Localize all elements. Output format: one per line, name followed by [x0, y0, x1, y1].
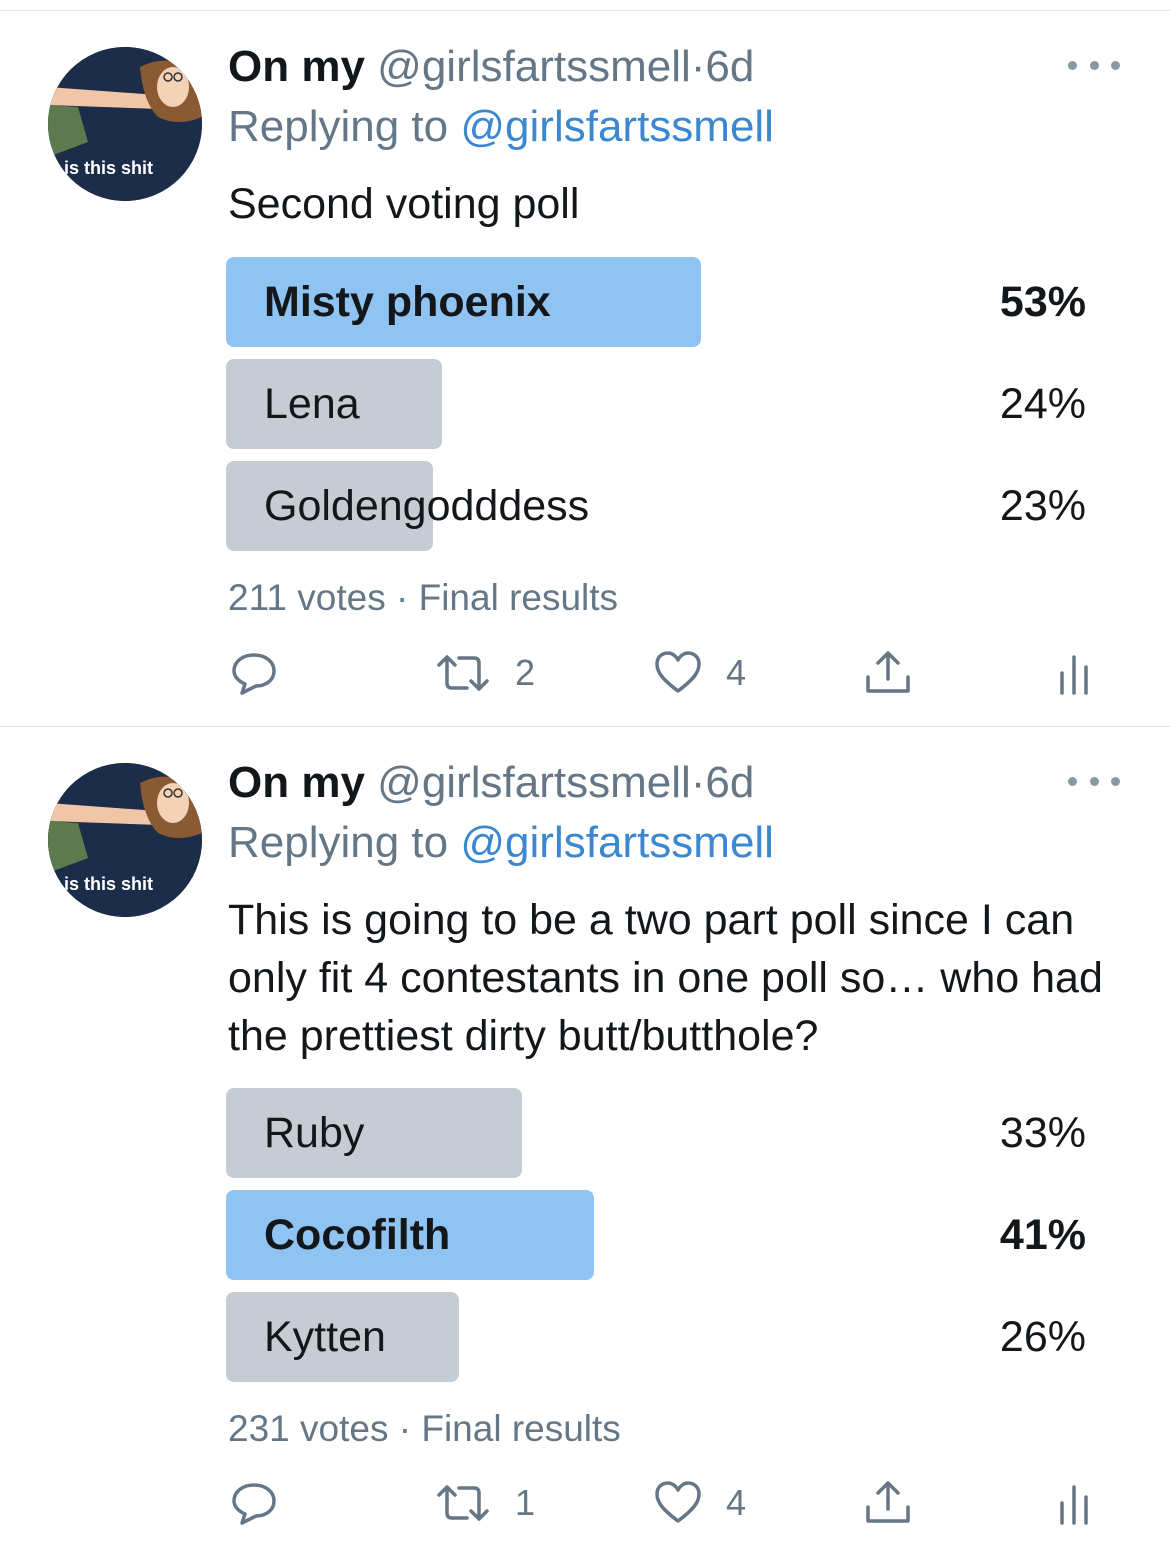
poll-option: Kytten 26%	[226, 1292, 1086, 1382]
handle[interactable]: @girlsfartssmell	[377, 42, 691, 91]
poll-status: Final results	[418, 577, 619, 618]
timestamp[interactable]: 6d	[705, 758, 754, 807]
reply-button[interactable]	[228, 1473, 280, 1533]
tweet-header: On my @girlsfartssmell·6d	[228, 755, 754, 811]
avatar-caption: is this shit	[64, 158, 154, 178]
poll-option-label: Lena	[264, 380, 360, 428]
poll-option-percent: 24%	[999, 380, 1086, 428]
poll-option: Lena 24%	[226, 359, 1086, 449]
poll-option-percent: 26%	[999, 1313, 1086, 1361]
analytics-button[interactable]	[1054, 643, 1094, 703]
poll-option-percent: 23%	[999, 482, 1086, 530]
display-name[interactable]: On my	[228, 758, 365, 807]
replying-handle-link[interactable]: @girlsfartssmell	[460, 102, 774, 151]
like-icon	[655, 651, 701, 693]
poll-option-label: Kytten	[264, 1313, 386, 1361]
like-count: 4	[726, 652, 747, 693]
reply-icon	[232, 653, 276, 695]
tweet-1[interactable]: is this shit On my @girlsfartssmell·6d R…	[0, 11, 1170, 727]
analytics-icon	[1060, 1485, 1088, 1525]
tweet-text: This is going to be a two part poll sinc…	[228, 896, 1103, 1060]
handle[interactable]: @girlsfartssmell	[377, 758, 691, 807]
avatar[interactable]: is this shit	[48, 47, 202, 201]
separator-dot: ·	[690, 42, 706, 91]
replying-handle-link[interactable]: @girlsfartssmell	[460, 818, 774, 867]
action-bar: 1 4	[228, 1473, 1108, 1533]
poll-meta: 231 votes · Final results	[228, 1408, 621, 1450]
avatar[interactable]: is this shit	[48, 763, 202, 917]
share-icon	[866, 1481, 910, 1523]
replying-to: Replying to @girlsfartssmell	[228, 99, 774, 155]
share-button[interactable]	[862, 643, 914, 703]
replying-label: Replying to	[228, 818, 449, 867]
timestamp[interactable]: 6d	[705, 42, 754, 91]
poll-option-label: Ruby	[264, 1109, 365, 1157]
display-name[interactable]: On my	[228, 42, 365, 91]
retweet-count: 1	[515, 1482, 536, 1523]
poll-option: Ruby 33%	[226, 1088, 1086, 1178]
poll-option-label: Cocofilth	[264, 1211, 451, 1259]
separator-dot: ·	[690, 758, 706, 807]
poll-option-percent: 53%	[999, 278, 1086, 326]
tweet-text: Second voting poll	[228, 180, 580, 228]
separator-dot: ·	[398, 1408, 412, 1449]
poll-option-percent: 33%	[999, 1109, 1086, 1157]
retweet-button[interactable]: 1	[433, 1473, 535, 1533]
poll-option-label: Goldengodddess	[264, 482, 590, 530]
share-button[interactable]	[862, 1473, 914, 1533]
like-button[interactable]: 4	[652, 643, 746, 703]
replying-label: Replying to	[228, 102, 449, 151]
analytics-button[interactable]	[1054, 1473, 1094, 1533]
poll-option: Goldengodddess 23%	[226, 461, 1086, 551]
tweet-2[interactable]: is this shit On my @girlsfartssmell·6d R…	[0, 727, 1170, 1550]
replying-to: Replying to @girlsfartssmell	[228, 815, 774, 871]
poll: Ruby 33% Cocofilth 41% Kytten 26%	[226, 1088, 1086, 1394]
poll-votes: 231 votes	[228, 1408, 389, 1449]
poll-status: Final results	[421, 1408, 621, 1449]
more-icon[interactable]	[1068, 55, 1120, 75]
poll: Misty phoenix 53% Lena 24% Goldengodddes…	[226, 257, 1086, 563]
like-icon	[655, 1481, 701, 1523]
share-icon	[866, 651, 910, 693]
retweet-icon	[437, 1485, 489, 1521]
poll-option-percent: 41%	[999, 1211, 1086, 1259]
tweet-header: On my @girlsfartssmell·6d	[228, 39, 754, 95]
retweet-button[interactable]: 2	[433, 643, 535, 703]
retweet-icon	[437, 655, 489, 691]
poll-option: Cocofilth 41%	[226, 1190, 1086, 1280]
analytics-icon	[1060, 655, 1088, 695]
like-count: 4	[726, 1482, 747, 1523]
poll-option: Misty phoenix 53%	[226, 257, 1086, 347]
poll-meta: 211 votes · Final results	[228, 577, 618, 619]
like-button[interactable]: 4	[652, 1473, 746, 1533]
reply-button[interactable]	[228, 643, 280, 703]
separator-dot: ·	[395, 577, 409, 618]
retweet-count: 2	[515, 652, 536, 693]
poll-votes: 211 votes	[228, 577, 386, 618]
reply-icon	[232, 1483, 276, 1525]
avatar-caption: is this shit	[64, 874, 154, 894]
action-bar: 2 4	[228, 643, 1108, 703]
more-icon[interactable]	[1068, 771, 1120, 791]
poll-option-label: Misty phoenix	[264, 278, 551, 326]
